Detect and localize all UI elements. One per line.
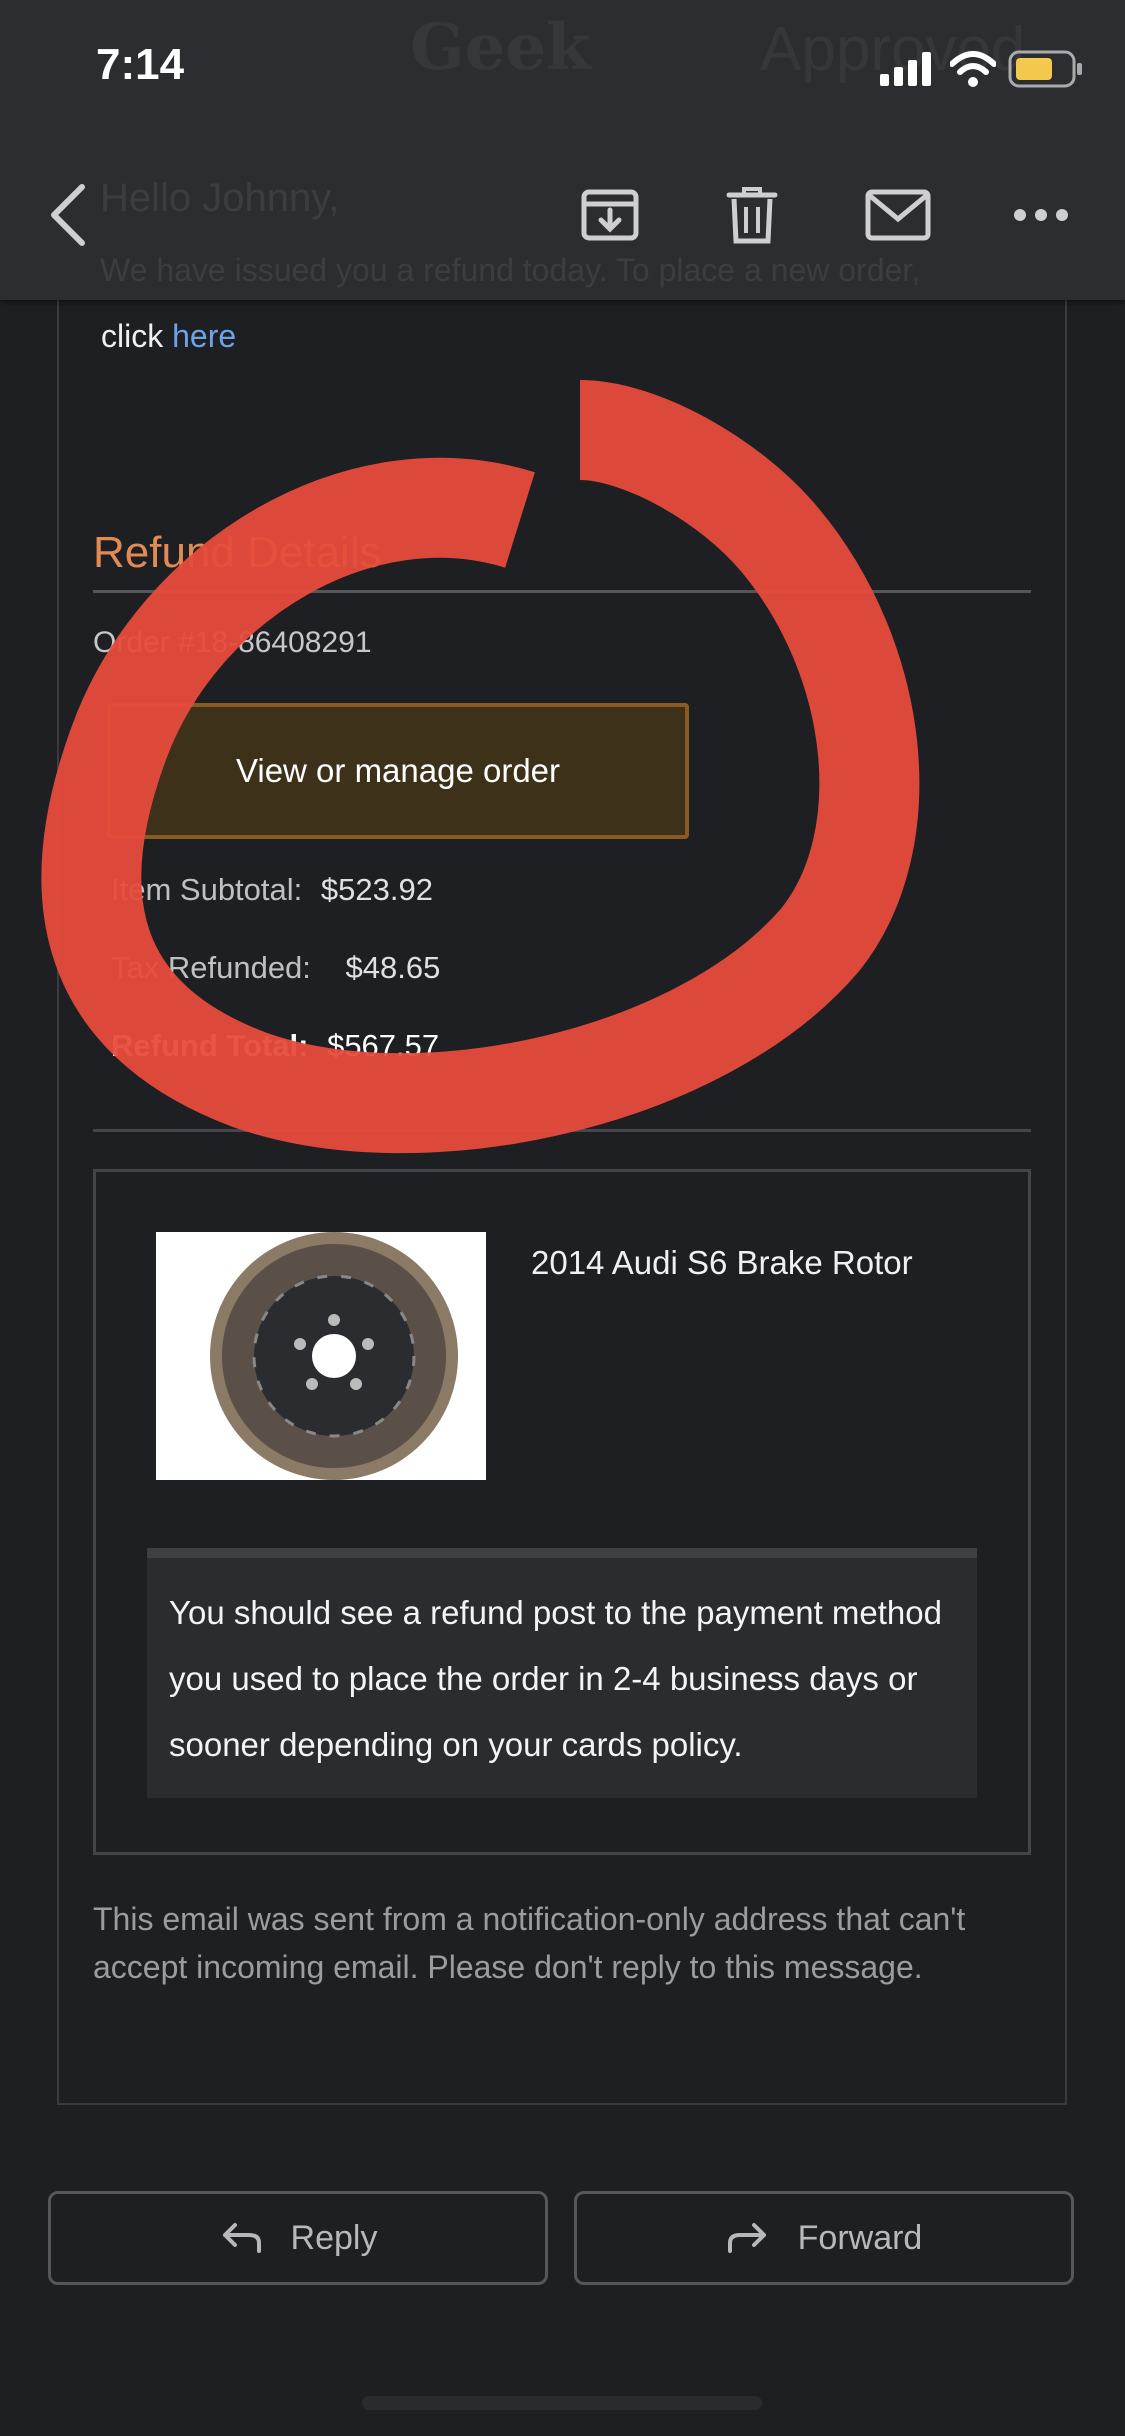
wifi-icon [950,51,996,87]
click-text: click [101,318,164,354]
battery-icon [1008,50,1082,88]
reply-button[interactable]: Reply [48,2191,548,2285]
order-number: Order #18-86408291 [93,626,372,659]
ghost-body-text: We have issued you a refund today. To pl… [100,252,921,288]
delete-button[interactable] [712,180,792,250]
ghost-greeting: Hello Johnny, [100,176,340,220]
cellular-signal-icon [880,52,931,86]
forward-label: Forward [797,2218,923,2257]
reply-arrow-icon [222,2223,261,2253]
more-icon [1014,209,1068,221]
click-here-line: click here [101,318,236,355]
home-indicator [362,2396,762,2410]
view-manage-order-button[interactable]: View or manage order [107,703,689,839]
archive-icon [581,189,639,241]
back-button[interactable] [40,180,96,250]
more-button[interactable] [1010,180,1072,250]
here-link[interactable]: here [172,318,236,354]
tax-value: $48.65 [345,950,441,985]
tax-row: Tax Refunded: $48.65 [111,950,440,986]
brake-rotor-icon [210,1232,458,1480]
ghost-brand-text: Geek [410,10,591,85]
refund-details-title: Refund Details [93,528,382,577]
refund-info-box: You should see a refund post to the paym… [147,1548,977,1798]
product-name: 2014 Audi S6 Brake Rotor [531,1244,913,1281]
reply-label: Reply [290,2218,378,2257]
refund-info-text: You should see a refund post to the paym… [169,1594,942,1763]
forward-arrow-icon [727,2223,766,2253]
tax-label: Tax Refunded: [111,950,311,985]
subtotal-row: Item Subtotal: $523.92 [111,872,433,908]
chevron-left-icon [51,184,85,246]
subtotal-value: $523.92 [320,872,433,907]
mail-icon [865,189,931,241]
forward-button[interactable]: Forward [574,2191,1074,2285]
archive-button[interactable] [570,180,650,250]
total-value: $567.57 [327,1028,440,1063]
divider [93,1129,1031,1132]
trash-icon [726,187,778,244]
divider [93,590,1031,593]
total-label: Refund Total: [111,1028,309,1063]
total-row: Refund Total: $567.57 [111,1028,439,1064]
top-toolbar: Geek Approved 7:14 Hello Johnny, We have… [0,0,1125,300]
subtotal-label: Item Subtotal: [111,872,303,907]
mark-unread-button[interactable] [855,180,941,250]
product-image[interactable] [156,1232,486,1480]
footer-note: This email was sent from a notification-… [93,1901,966,1985]
status-time: 7:14 [96,40,185,89]
